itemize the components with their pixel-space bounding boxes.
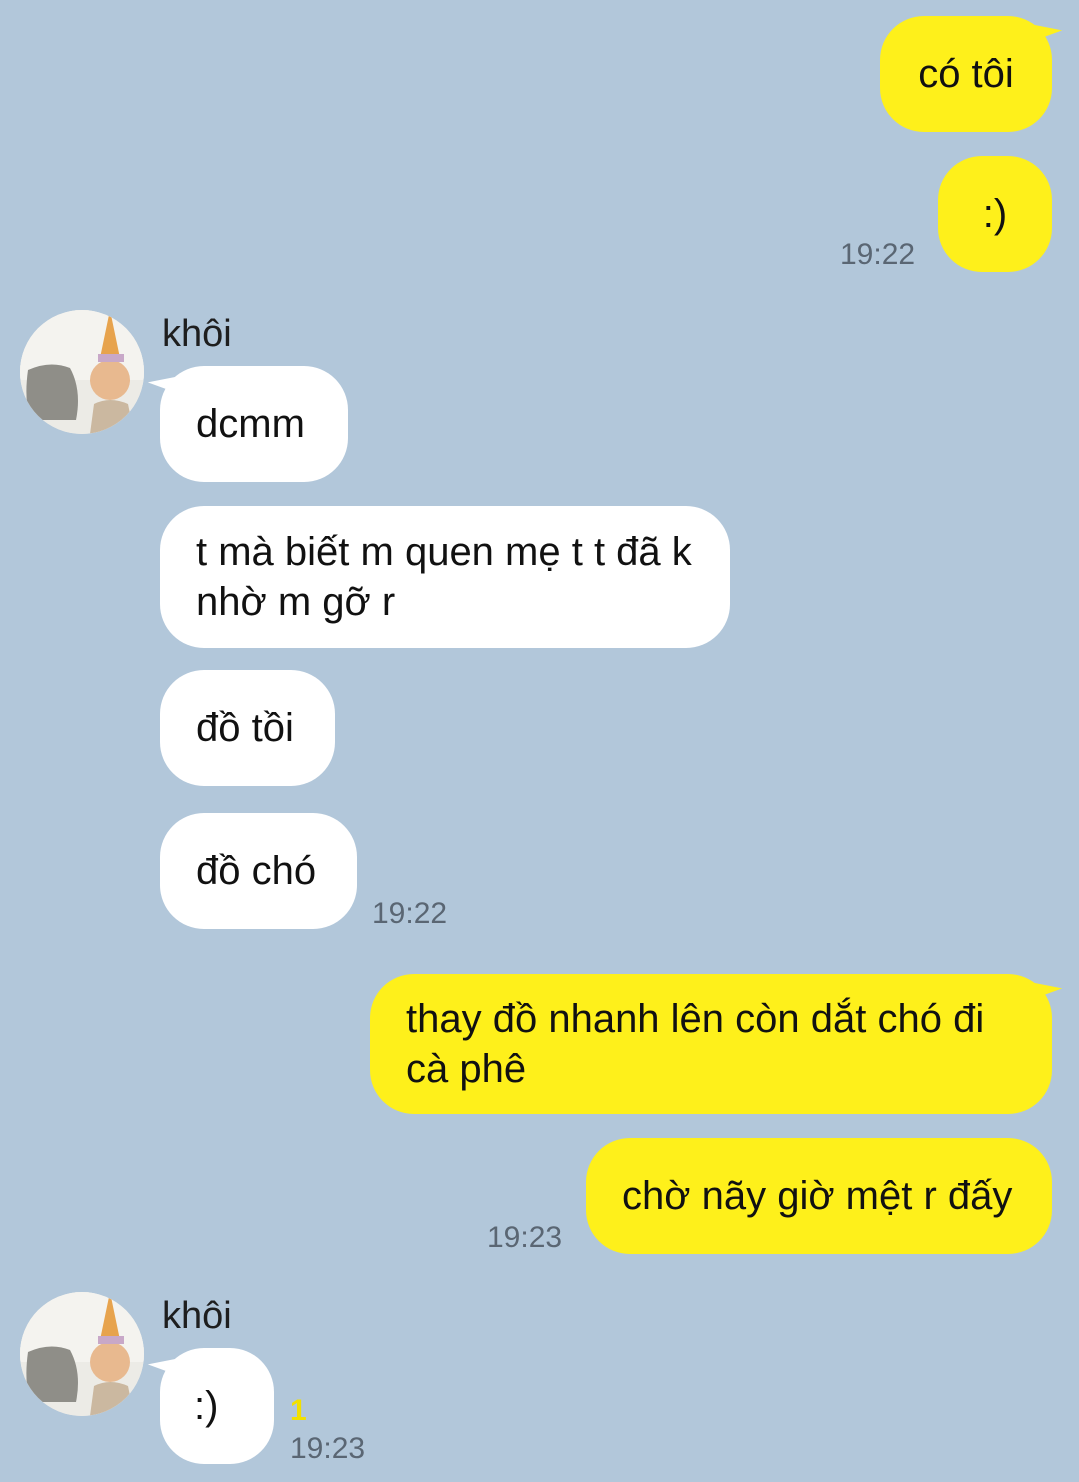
- message-text: :): [982, 192, 1008, 236]
- my-message-bubble[interactable]: có tôi: [880, 16, 1052, 132]
- their-message-bubble[interactable]: t mà biết m quen mẹ t t đã k nhờ m gỡ r: [160, 506, 730, 648]
- their-message-bubble[interactable]: đồ chó: [160, 813, 357, 929]
- bubble-tail: [147, 365, 183, 393]
- message-text: thay đồ nhanh lên còn dắt chó đi cà phê: [406, 997, 996, 1091]
- sender-name: khôi: [162, 313, 232, 355]
- my-message-bubble[interactable]: :): [938, 156, 1052, 272]
- bubble-tail: [1027, 971, 1063, 999]
- avatar-photo-icon: [20, 310, 144, 434]
- my-message-bubble[interactable]: chờ nãy giờ mệt r đấy: [586, 1138, 1052, 1254]
- message-text: chờ nãy giờ mệt r đấy: [622, 1174, 1013, 1218]
- message-text: t mà biết m quen mẹ t t đã k nhờ m gỡ r: [196, 530, 703, 624]
- my-message-bubble[interactable]: thay đồ nhanh lên còn dắt chó đi cà phê: [370, 974, 1052, 1114]
- message-text: dcmm: [196, 402, 305, 446]
- sender-name: khôi: [162, 1295, 232, 1337]
- message-text: đồ chó: [196, 849, 317, 893]
- message-timestamp: 19:23: [290, 1432, 366, 1465]
- message-text: đồ tồi: [196, 706, 294, 750]
- message-timestamp: 19:22: [372, 897, 448, 930]
- bubble-tail: [1027, 13, 1063, 41]
- their-message-bubble[interactable]: đồ tồi: [160, 670, 335, 786]
- message-timestamp: 19:23: [487, 1221, 563, 1254]
- avatar-photo-icon: [20, 1292, 144, 1416]
- bubble-tail: [147, 1347, 183, 1375]
- message-text: :): [194, 1384, 219, 1428]
- message-timestamp: 19:22: [840, 238, 916, 271]
- their-message-bubble[interactable]: dcmm: [160, 366, 348, 482]
- unread-count: 1: [290, 1394, 307, 1427]
- message-text: có tôi: [918, 52, 1014, 96]
- contact-avatar[interactable]: [20, 310, 144, 434]
- contact-avatar[interactable]: [20, 1292, 144, 1416]
